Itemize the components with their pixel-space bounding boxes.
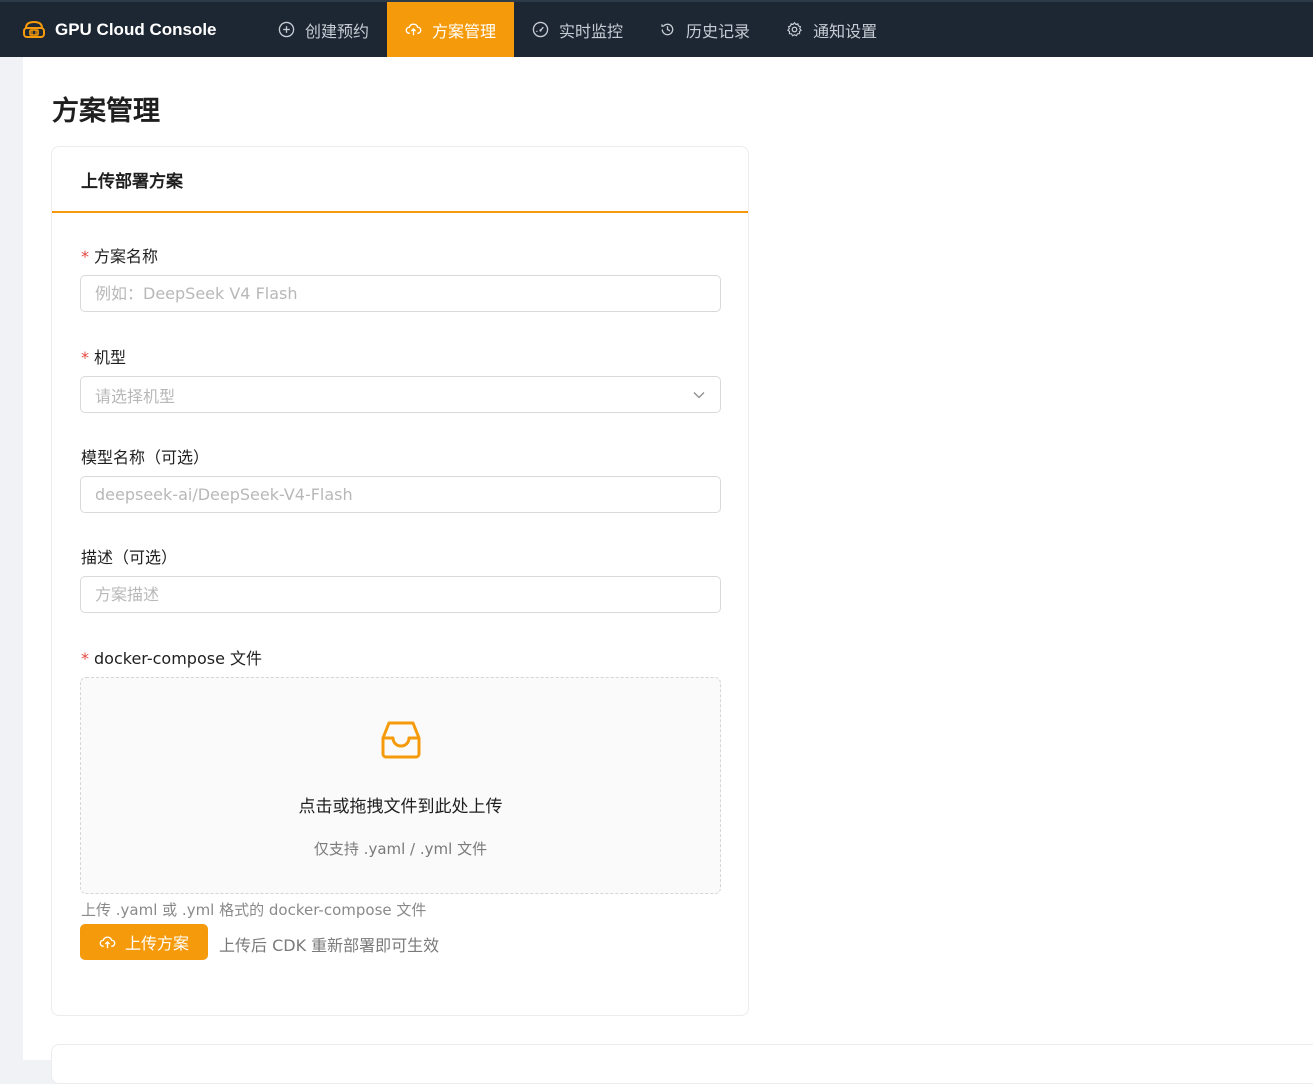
upload-note: 上传后 CDK 重新部署即可生效 xyxy=(219,936,440,955)
nav-label: 实时监控 xyxy=(559,21,624,41)
required-mark: * xyxy=(81,247,89,266)
inbox-icon xyxy=(381,721,421,759)
model-name-input[interactable] xyxy=(80,476,721,513)
main-content: 方案管理 上传部署方案 * 方案名称 * 机型 请选择机型 模型名称（可选） 描述（… xyxy=(23,57,1313,1084)
plus-circle-icon xyxy=(278,21,295,38)
model-name-label: 模型名称（可选） xyxy=(81,448,210,467)
machine-select[interactable]: 请选择机型 xyxy=(80,376,721,413)
plan-name-label: * 方案名称 xyxy=(81,243,158,267)
top-navigation-bar: GPU Cloud Console 创建预约 方案管理 实时监控 历史记录 通知… xyxy=(0,0,1313,57)
description-label: 描述（可选） xyxy=(81,548,178,567)
app-title: GPU Cloud Console xyxy=(55,19,217,39)
machine-label: * 机型 xyxy=(81,344,126,368)
history-icon xyxy=(661,23,674,36)
dropzone-text: 点击或拖拽文件到此处上传 xyxy=(298,797,503,817)
page-title: 方案管理 xyxy=(52,96,160,127)
upload-plan-button[interactable]: 上传方案 xyxy=(80,924,208,960)
dashboard-icon xyxy=(532,21,549,38)
cloud-upload-icon xyxy=(99,936,116,948)
nav-label: 历史记录 xyxy=(686,21,751,41)
gpu-server-icon xyxy=(23,20,45,38)
required-mark: * xyxy=(81,649,89,668)
dropzone-hint: 仅支持 .yaml / .yml 文件 xyxy=(313,840,488,858)
main-nav: 创建预约 方案管理 实时监控 历史记录 通知设置 xyxy=(260,2,895,57)
compose-file-label: * docker-compose 文件 xyxy=(81,645,262,669)
description-input[interactable] xyxy=(80,576,721,613)
plan-name-input[interactable] xyxy=(80,275,721,312)
upload-plan-card: 上传部署方案 * 方案名称 * 机型 请选择机型 模型名称（可选） 描述（可选） *… xyxy=(51,146,749,1016)
next-section-card xyxy=(51,1044,1313,1084)
machine-label-text: 机型 xyxy=(94,348,127,367)
compose-help-text: 上传 .yaml 或 .yml 格式的 docker-compose 文件 xyxy=(81,901,427,919)
card-title: 上传部署方案 xyxy=(52,147,748,213)
required-mark: * xyxy=(81,348,89,367)
nav-label: 创建预约 xyxy=(305,21,370,41)
gear-icon xyxy=(787,21,803,37)
plan-name-label-text: 方案名称 xyxy=(94,247,159,266)
nav-create-reservation[interactable]: 创建预约 xyxy=(260,2,387,57)
nav-plan-management[interactable]: 方案管理 xyxy=(387,2,515,57)
compose-file-label-text: docker-compose 文件 xyxy=(94,649,262,668)
upload-plan-button-label: 上传方案 xyxy=(124,934,189,953)
cloud-upload-icon xyxy=(405,23,422,36)
chevron-down-icon xyxy=(693,391,705,398)
machine-select-placeholder: 请选择机型 xyxy=(95,386,176,406)
nav-notification-settings[interactable]: 通知设置 xyxy=(768,2,895,57)
brand[interactable]: GPU Cloud Console xyxy=(0,2,260,57)
nav-realtime-monitor[interactable]: 实时监控 xyxy=(514,2,641,57)
nav-history[interactable]: 历史记录 xyxy=(641,2,768,57)
file-dropzone[interactable]: 点击或拖拽文件到此处上传 仅支持 .yaml / .yml 文件 xyxy=(80,677,721,894)
nav-label: 通知设置 xyxy=(813,21,878,41)
nav-label: 方案管理 xyxy=(432,21,497,41)
